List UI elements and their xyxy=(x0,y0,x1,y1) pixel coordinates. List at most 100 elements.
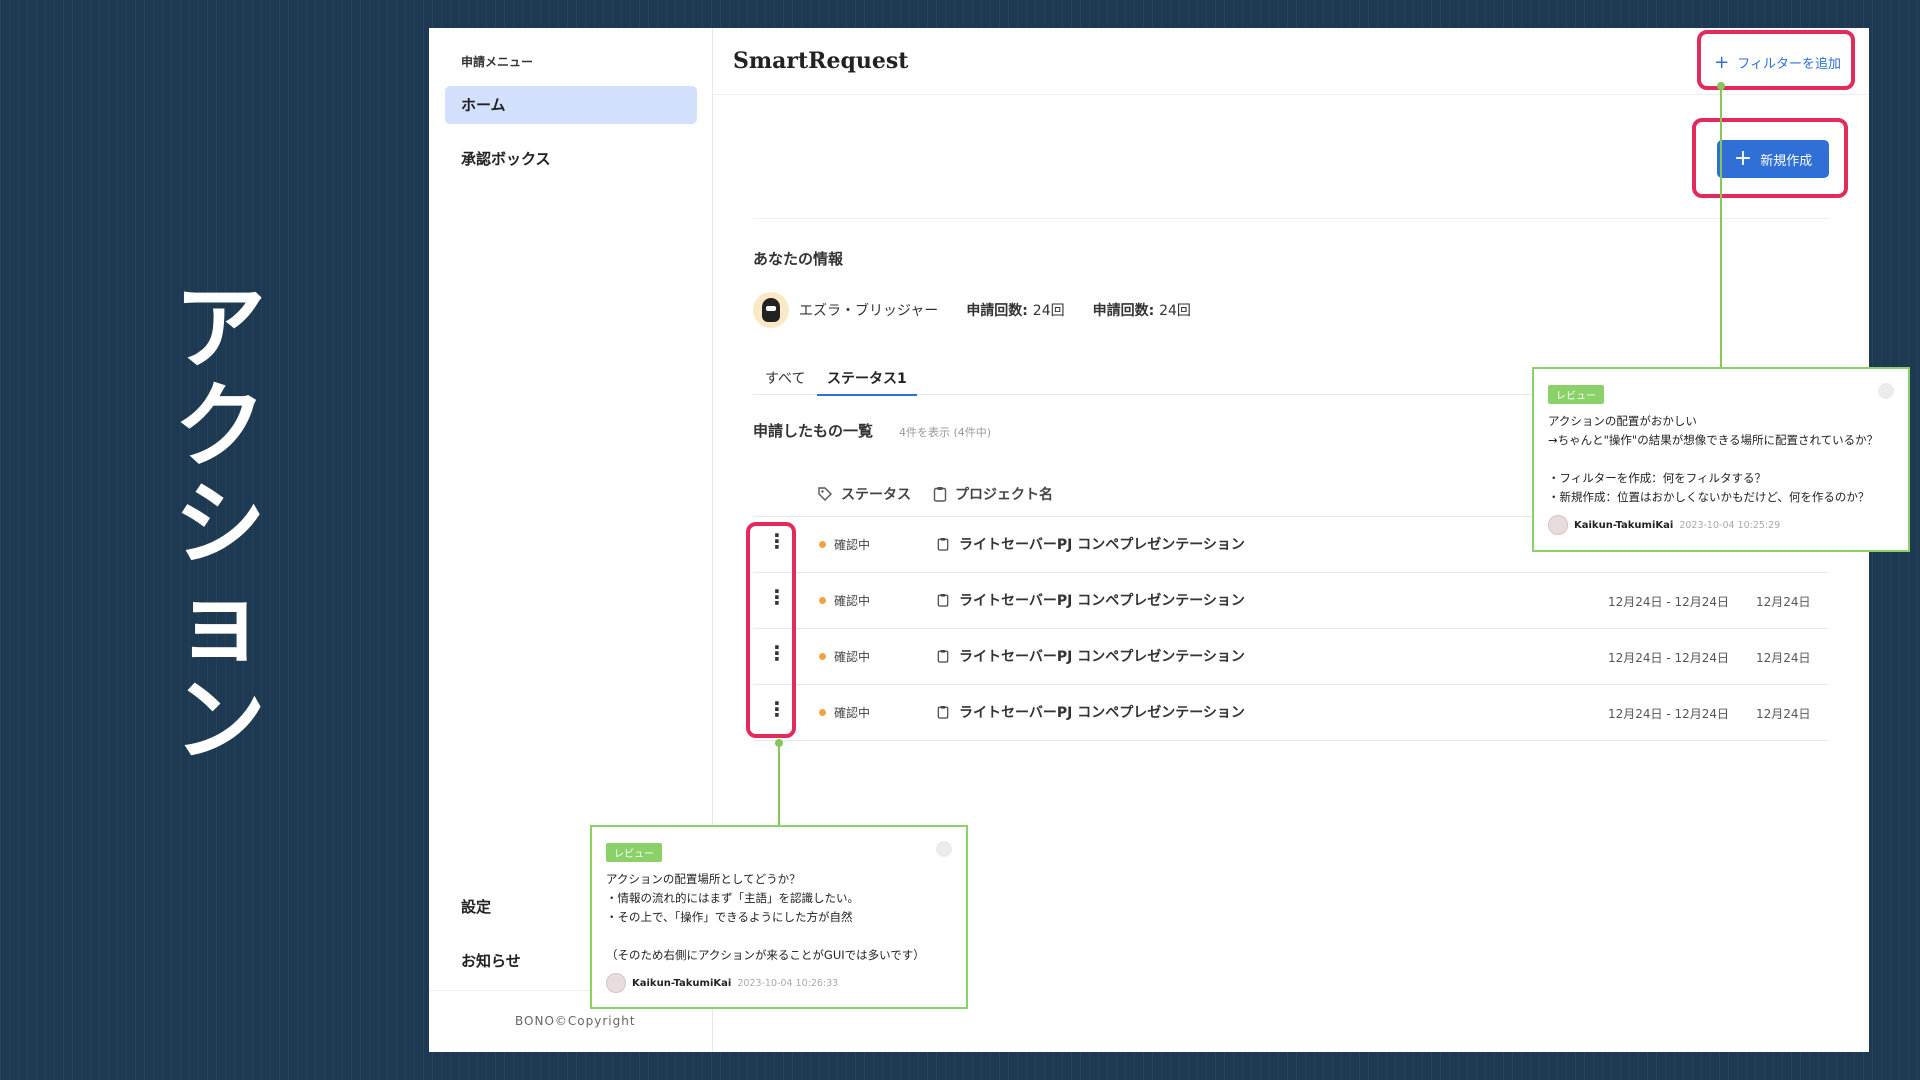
sidebar-item-approval-box[interactable]: 承認ボックス xyxy=(445,140,697,178)
status-label: 確認中 xyxy=(834,650,871,664)
avatar xyxy=(1548,515,1568,535)
review-text: アクションの配置がおかしい xyxy=(1548,414,1697,428)
period-cell: 12月24日 - 12月24日 xyxy=(1608,651,1730,665)
project-name: ライトセーバーPJ コンペプレゼンテーション xyxy=(959,705,1245,721)
author-name: Kaikun-TakumiKai xyxy=(632,977,732,989)
project-cell[interactable]: ライトセーバーPJ コンペプレゼンテーション xyxy=(937,534,1245,554)
status-badge: 確認中 xyxy=(819,648,870,665)
table-row[interactable]: ⋮ 確認中 ライトセーバーPJ コンペプレゼンテーション 12月24日 - 12… xyxy=(753,684,1829,741)
review-text: →ちゃんと"操作"の結果が想像できる場所に配置されているか？ xyxy=(1548,433,1879,447)
status-dot-icon xyxy=(819,597,826,604)
project-cell[interactable]: ライトセーバーPJ コンペプレゼンテーション xyxy=(937,702,1245,722)
app-title: SmartRequest xyxy=(733,48,909,74)
highlight-filter-button xyxy=(1697,30,1855,90)
header-divider xyxy=(713,94,1869,95)
status-badge: 確認中 xyxy=(819,592,870,609)
clipboard-icon xyxy=(937,538,949,551)
period-cell: 12月24日 - 12月24日 xyxy=(1608,707,1730,721)
timestamp: 2023-10-04 10:26:33 xyxy=(737,977,839,989)
clipboard-icon xyxy=(937,650,949,663)
close-icon[interactable] xyxy=(936,841,952,857)
status-badge: 確認中 xyxy=(819,536,870,553)
review-text: ・新規作成：位置はおかしくないかもだけど、何を作るのか？ xyxy=(1548,490,1870,504)
tag-icon xyxy=(818,487,832,501)
connector-line xyxy=(778,742,780,826)
review-badge: レビュー xyxy=(1548,385,1604,404)
review-badge: レビュー xyxy=(606,843,662,862)
slide-vertical-title: ア ク シ ョ ン xyxy=(165,280,275,770)
project-name: ライトセーバーPJ コンペプレゼンテーション xyxy=(959,593,1245,609)
review-text: ・フィルターを作成：何をフィルタする？ xyxy=(1548,471,1767,485)
date-cell: 12月24日 xyxy=(1756,707,1811,721)
timestamp: 2023-10-04 10:25:29 xyxy=(1679,519,1781,531)
title-char: ク xyxy=(173,373,266,480)
review-author: Kaikun-TakumiKai 2023-10-04 10:26:33 xyxy=(606,973,952,993)
menu-caption: 申請メニュー xyxy=(461,55,534,69)
stat-label: 申請回数: xyxy=(1092,303,1155,319)
title-char: ョ xyxy=(173,569,266,676)
list-count: 4件を表示 (4件中) xyxy=(899,426,992,439)
close-icon[interactable] xyxy=(1878,383,1894,399)
status-dot-icon xyxy=(819,709,826,716)
clipboard-icon xyxy=(937,594,949,607)
column-header-status-label: ステータス xyxy=(841,487,911,503)
user-info-title: あなたの情報 xyxy=(753,250,844,268)
request-count-2: 申請回数: 24回 xyxy=(1093,300,1191,320)
status-badge: 確認中 xyxy=(819,704,870,721)
connector-line xyxy=(1720,86,1722,368)
sidebar-item-home[interactable]: ホーム xyxy=(445,86,697,124)
review-text: アクションの配置場所としてどうか？ xyxy=(606,872,801,886)
review-text xyxy=(1548,450,1894,469)
date-cell: 12月24日 xyxy=(1756,651,1811,665)
user-info-row: エズラ・ブリッジャー 申請回数: 24回 申請回数: 24回 xyxy=(753,292,1191,328)
copyright: BONO©Copyright xyxy=(515,1014,636,1028)
review-comment-card: レビュー アクションの配置場所としてどうか？ ・情報の流れ的にはまず「主語」を認… xyxy=(590,825,968,1009)
request-count-1: 申請回数: 24回 xyxy=(966,300,1064,320)
status-dot-icon xyxy=(819,653,826,660)
stat-label: 申請回数: xyxy=(966,303,1028,319)
sidebar-item-settings[interactable]: 設定 xyxy=(461,896,491,917)
avatar xyxy=(753,292,789,328)
review-comment-card: レビュー アクションの配置がおかしい →ちゃんと"操作"の結果が想像できる場所に… xyxy=(1532,367,1910,552)
status-label: 確認中 xyxy=(834,594,871,608)
review-text: ・情報の流れ的にはまず「主語」を認識したい。 xyxy=(606,891,859,905)
tab-status1[interactable]: ステータス1 xyxy=(817,368,917,396)
title-char: ン xyxy=(173,667,266,774)
sidebar-item-notifications[interactable]: お知らせ xyxy=(461,950,521,971)
project-cell[interactable]: ライトセーバーPJ コンペプレゼンテーション xyxy=(937,590,1245,610)
review-text: （そのため右側にアクションが来ることがGUIでは多いです） xyxy=(606,948,925,962)
status-label: 確認中 xyxy=(834,706,871,720)
date-cell: 12月24日 xyxy=(1756,595,1811,609)
table-row[interactable]: ⋮ 確認中 ライトセーバーPJ コンペプレゼンテーション 12月24日 - 12… xyxy=(753,572,1829,628)
list-title: 申請したもの一覧 xyxy=(753,422,874,440)
project-name: ライトセーバーPJ コンペプレゼンテーション xyxy=(959,649,1245,665)
title-char: シ xyxy=(173,471,266,578)
clipboard-icon xyxy=(933,487,947,502)
column-header-project-label: プロジェクト名 xyxy=(955,487,1053,503)
column-header-status[interactable]: ステータス xyxy=(817,484,911,504)
project-cell[interactable]: ライトセーバーPJ コンペプレゼンテーション xyxy=(937,646,1245,666)
period-cell: 12月24日 - 12月24日 xyxy=(1608,595,1730,609)
review-text: ・その上で、「操作」できるようにした方が自然 xyxy=(606,910,853,924)
user-name: エズラ・ブリッジャー xyxy=(799,303,939,319)
column-header-project[interactable]: プロジェクト名 xyxy=(933,484,1053,504)
review-text xyxy=(606,927,952,946)
status-label: 確認中 xyxy=(834,538,871,552)
connector-dot xyxy=(775,739,783,747)
tab-all[interactable]: すべて xyxy=(765,368,805,388)
avatar xyxy=(606,973,626,993)
title-char: ア xyxy=(173,275,266,382)
content-divider xyxy=(753,218,1829,219)
author-name: Kaikun-TakumiKai xyxy=(1574,519,1674,531)
stat-value: 24回 xyxy=(1032,303,1065,319)
table-row[interactable]: ⋮ 確認中 ライトセーバーPJ コンペプレゼンテーション 12月24日 - 12… xyxy=(753,628,1829,684)
review-author: Kaikun-TakumiKai 2023-10-04 10:25:29 xyxy=(1548,515,1894,535)
connector-dot xyxy=(1717,82,1725,90)
stat-value: 24回 xyxy=(1159,303,1191,319)
avatar-eyes-icon xyxy=(766,306,776,311)
status-dot-icon xyxy=(819,541,826,548)
project-name: ライトセーバーPJ コンペプレゼンテーション xyxy=(959,537,1245,553)
highlight-new-button xyxy=(1692,118,1848,198)
clipboard-icon xyxy=(937,706,949,719)
highlight-kebab-column xyxy=(746,522,796,738)
